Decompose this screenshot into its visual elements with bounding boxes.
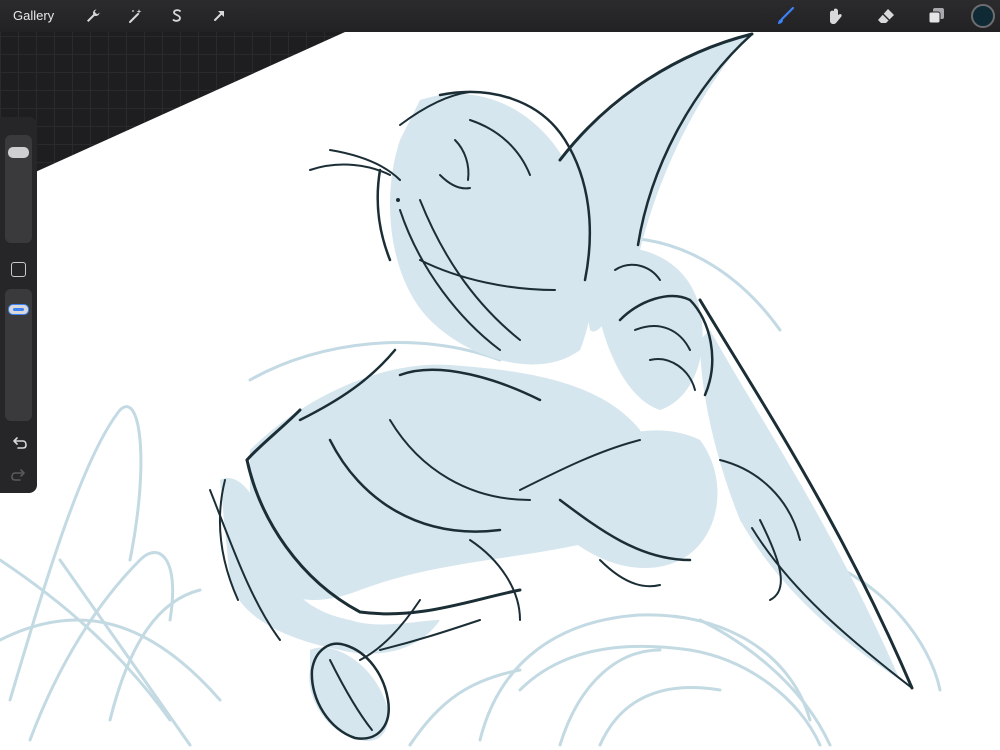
- procreate-app: Gallery: [0, 0, 1000, 750]
- drawing-canvas[interactable]: [0, 0, 1000, 750]
- brush-icon: [778, 6, 795, 24]
- undo-button[interactable]: [10, 435, 28, 453]
- transform-arrow-icon: [214, 11, 225, 21]
- adjustments-button[interactable]: [122, 3, 148, 29]
- selection-s-icon: [172, 9, 182, 22]
- smudge-tool-button[interactable]: [823, 3, 849, 29]
- color-picker-button[interactable]: [971, 4, 995, 28]
- left-sidebar: [0, 117, 37, 493]
- selection-button[interactable]: [164, 3, 190, 29]
- redo-button[interactable]: [10, 467, 28, 485]
- redo-icon: [11, 469, 25, 481]
- brush-size-slider[interactable]: [5, 135, 32, 243]
- actions-button[interactable]: [80, 3, 106, 29]
- eraser-tool-button[interactable]: [873, 3, 899, 29]
- brush-opacity-slider[interactable]: [5, 289, 32, 421]
- layers-button[interactable]: [923, 3, 949, 29]
- top-toolbar: Gallery: [0, 0, 1000, 32]
- tool-group: [749, 0, 1000, 32]
- gallery-button[interactable]: Gallery: [0, 0, 64, 32]
- wrench-icon: [87, 9, 100, 22]
- layers-icon: [928, 8, 944, 24]
- magic-wand-icon: [129, 9, 142, 23]
- eraser-icon: [878, 9, 894, 23]
- brush-opacity-thumb[interactable]: [8, 303, 29, 315]
- brush-size-thumb[interactable]: [8, 147, 29, 159]
- undo-icon: [13, 437, 27, 449]
- smudge-icon: [830, 8, 842, 25]
- brush-tool-button[interactable]: [773, 3, 799, 29]
- transform-button[interactable]: [206, 3, 232, 29]
- modify-square-icon[interactable]: [11, 262, 26, 277]
- artwork-svg: [0, 32, 1000, 750]
